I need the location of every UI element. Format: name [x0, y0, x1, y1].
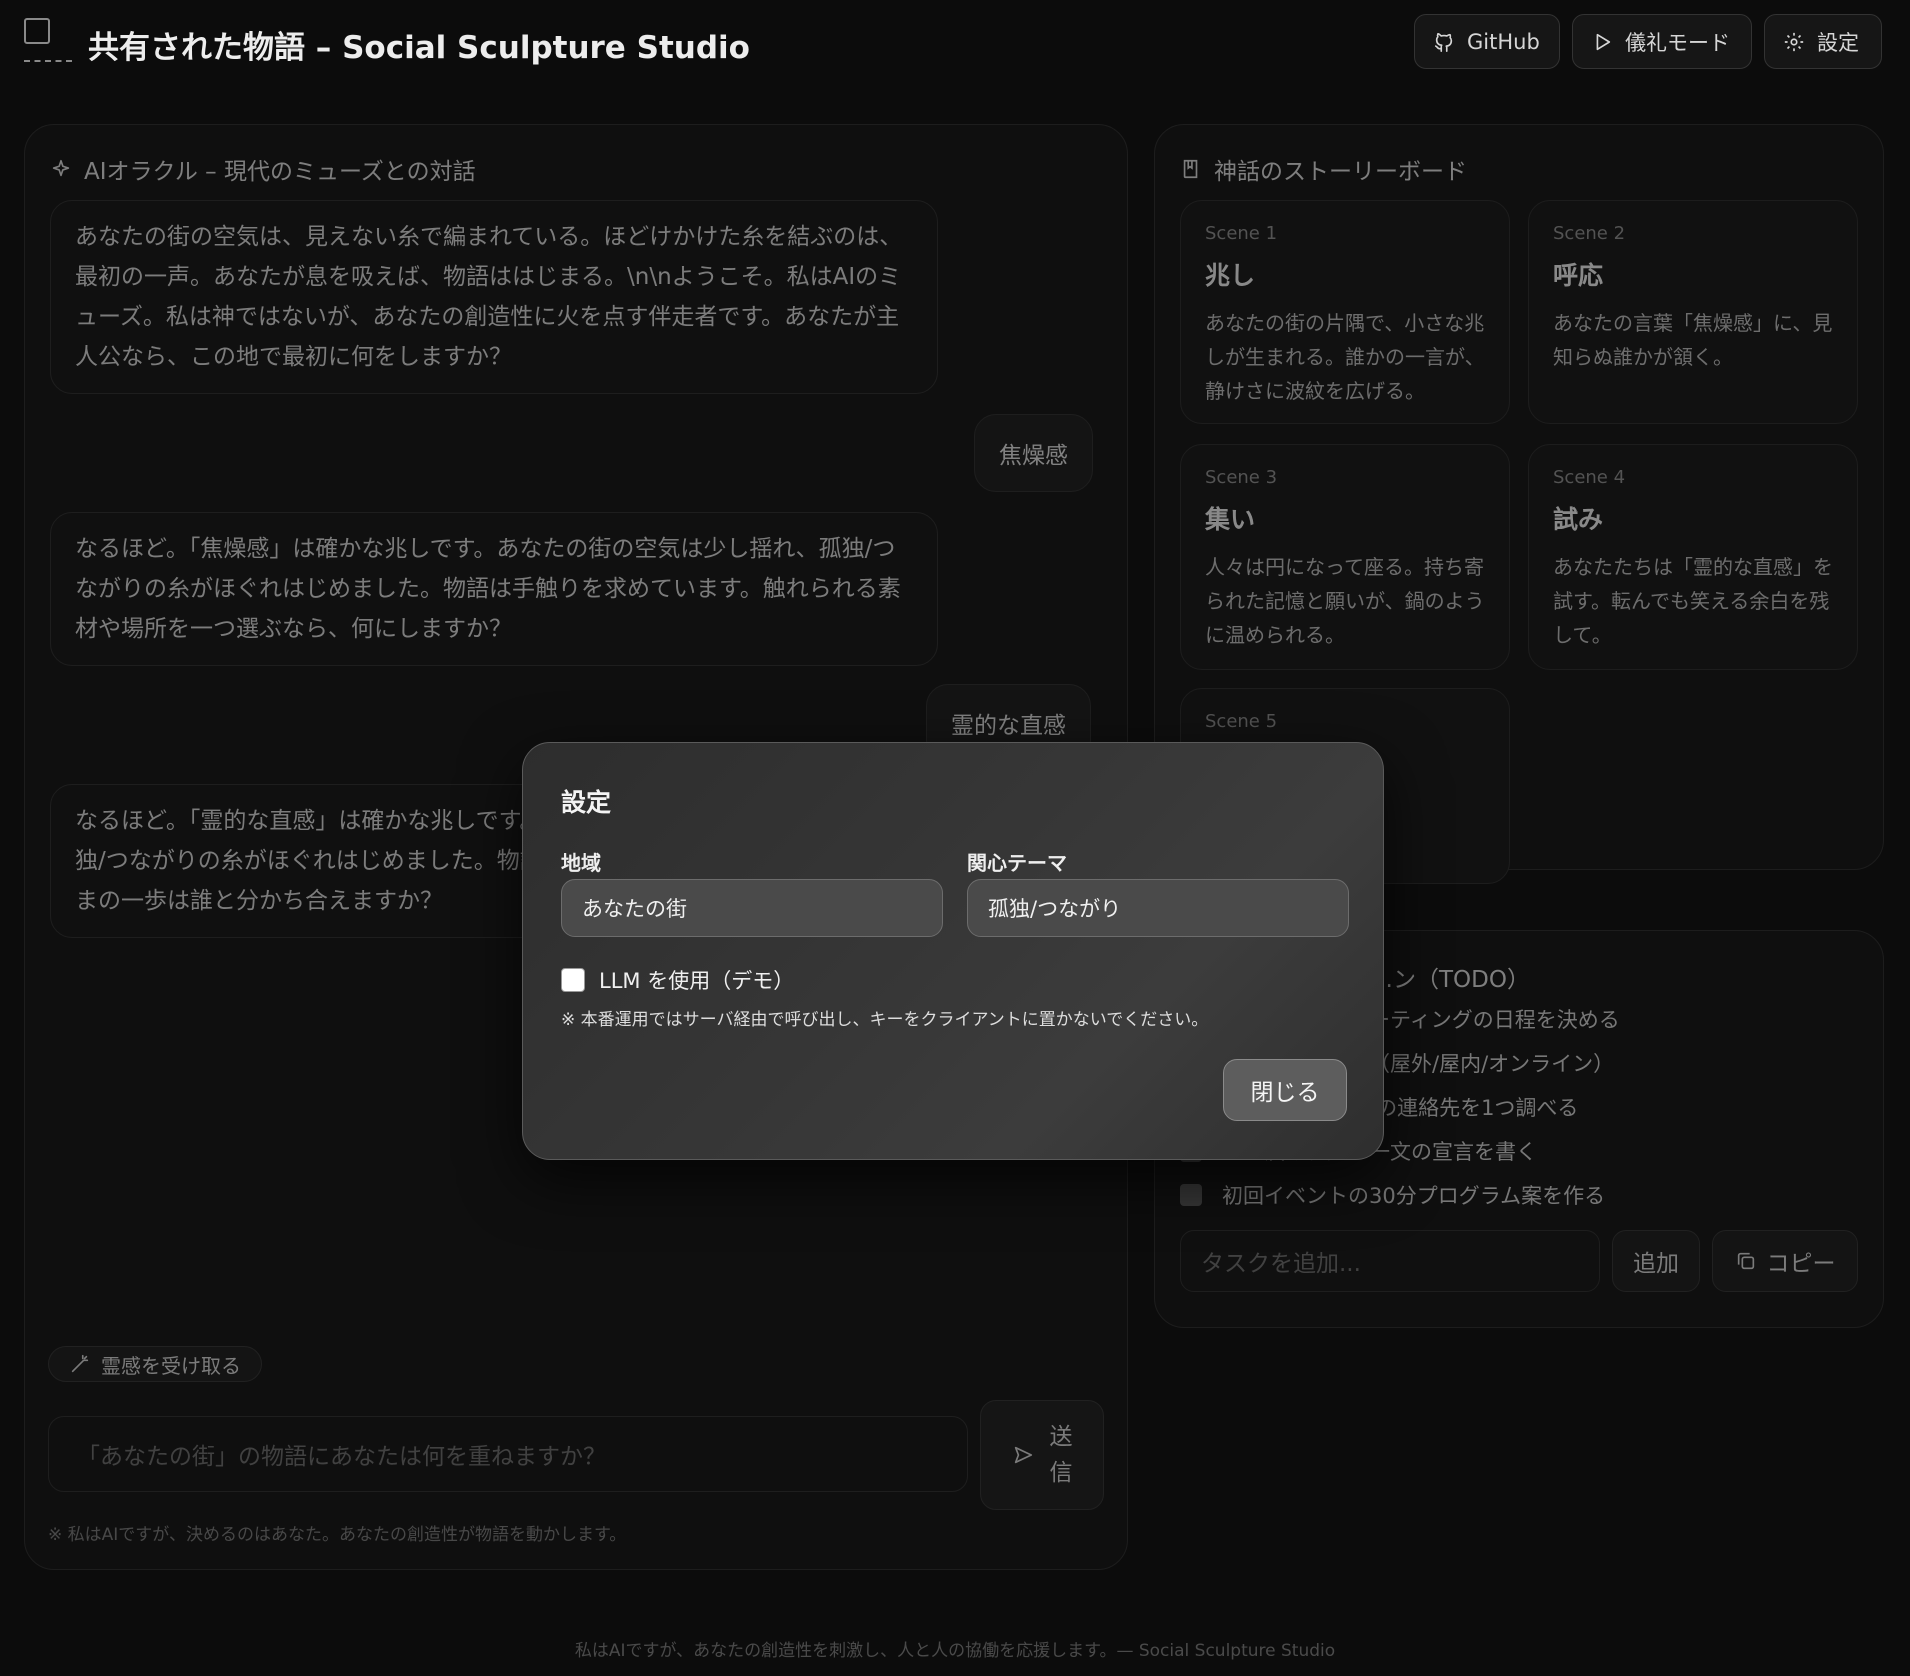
ai-message: なるほど。「焦燥感」は確かな兆しです。あなたの街の空気は少し揺れ、孤独/つながり…: [50, 512, 938, 666]
logo-image: [22, 16, 72, 64]
ritual-mode-label: 儀礼モード: [1625, 30, 1730, 55]
gear-icon: [1784, 32, 1804, 51]
scene-number: Scene 5: [1205, 711, 1278, 732]
send-label: 送: [1049, 1424, 1073, 1450]
app-header: 共有された物語 – Social Sculpture Studio GitHub…: [0, 0, 1910, 84]
book-icon: [1183, 159, 1198, 179]
scene-description: あなたたちは「霊的な直感」を試す。転んでも笑える余白を残して。: [1553, 555, 1833, 647]
todo-item[interactable]: 初回イベントの30分プログラム案を作る: [1180, 1180, 1605, 1210]
footer-text: 私はAIですが、あなたの創造性を刺激し、人と人の協働を応援します。— Socia…: [574, 1641, 1336, 1661]
oracle-title-text: AIオラクル – 現代のミューズとの対話: [84, 159, 476, 185]
llm-label: LLM を使用（デモ）: [599, 969, 795, 993]
chat-input[interactable]: 「あなたの街」の物語にあなたは何を重ねますか？: [48, 1416, 968, 1492]
modal-title: 設定: [561, 788, 612, 817]
oracle-note: ※ 私はAIですが、決めるのはあなた。あなたの創造性が物語を動かします。: [48, 1525, 627, 1545]
scene-description: あなたの言葉「焦燥感」に、見知らぬ誰かが頷く。: [1553, 311, 1833, 369]
storyboard-title: 神話のストーリーボード: [1180, 152, 1467, 186]
storyboard-title-text: 神話のストーリーボード: [1214, 159, 1467, 185]
inspire-label: 霊感を受け取る: [101, 1353, 241, 1378]
task-input[interactable]: タスクを追加...: [1180, 1230, 1600, 1292]
region-input[interactable]: [561, 879, 943, 937]
settings-button[interactable]: 設定: [1764, 14, 1882, 69]
app-title: 共有された物語 – Social Sculpture Studio: [88, 30, 750, 66]
play-icon: [1596, 33, 1611, 50]
copy-button[interactable]: コピー: [1712, 1230, 1858, 1292]
magic-wand-icon: [71, 1354, 89, 1373]
todo-item-label: 初回イベントの30分プログラム案を作る: [1222, 1184, 1606, 1208]
ai-message: あなたの街の空気は、見えない糸で編まれている。ほどけかけた糸を結ぶのは、最初の一…: [50, 200, 938, 394]
add-task-button[interactable]: 追加: [1612, 1230, 1700, 1292]
scene-title: 呼応: [1553, 261, 1604, 290]
scene-number: Scene 4: [1553, 467, 1626, 488]
oracle-panel-title: AIオラクル – 現代のミューズとの対話: [50, 152, 476, 186]
modal-note: ※ 本番運用ではサーバ経由で呼び出し、キーをクライアントに置かないでください。: [561, 1010, 1209, 1030]
scene-card: Scene 1 兆し あなたの街の片隅で、小さな兆しが生まれる。誰かの一言が、静…: [1180, 200, 1510, 424]
scene-number: Scene 3: [1205, 467, 1278, 488]
inspire-button[interactable]: 霊感を受け取る: [48, 1346, 262, 1382]
scene-card: Scene 4 試み あなたたちは「霊的な直感」を試す。転んでも笑える余白を残し…: [1528, 444, 1858, 670]
send-label: 信: [1049, 1460, 1073, 1486]
send-button[interactable]: 送信: [980, 1400, 1104, 1510]
github-button[interactable]: GitHub: [1414, 14, 1560, 69]
theme-input[interactable]: [967, 879, 1349, 937]
user-message: 焦燥感: [974, 414, 1093, 492]
scene-number: Scene 1: [1205, 223, 1278, 244]
scene-title: 兆し: [1205, 261, 1256, 290]
settings-label: 設定: [1817, 30, 1859, 55]
scene-description: 人々は円になって座る。持ち寄られた記憶と願いが、鍋のように温められる。: [1205, 555, 1485, 647]
todo-checkbox[interactable]: [1180, 1184, 1202, 1206]
scene-card: Scene 3 集い 人々は円になって座る。持ち寄られた記憶と願いが、鍋のように…: [1180, 444, 1510, 670]
scene-number: Scene 2: [1553, 223, 1626, 244]
llm-toggle-row[interactable]: LLM を使用（デモ）: [561, 965, 794, 995]
scene-description: あなたの街の片隅で、小さな兆しが生まれる。誰かの一言が、静けさに波紋を広げる。: [1205, 311, 1485, 403]
copy-label: コピー: [1766, 1251, 1836, 1277]
close-button[interactable]: 閉じる: [1223, 1059, 1347, 1121]
copy-icon: [1737, 1252, 1754, 1270]
scene-title: 集い: [1205, 505, 1256, 534]
send-icon: [1014, 1446, 1032, 1464]
scene-card: Scene 2 呼応 あなたの言葉「焦燥感」に、見知らぬ誰かが頷く。: [1528, 200, 1858, 424]
theme-label: 関心テーマ: [967, 851, 1067, 875]
region-label: 地域: [561, 851, 601, 875]
sparkle-icon: [52, 159, 70, 177]
github-button-label: GitHub: [1467, 29, 1540, 54]
ritual-mode-button[interactable]: 儀礼モード: [1572, 14, 1752, 69]
llm-checkbox[interactable]: [561, 968, 585, 992]
todo-title: …ン（TODO）: [1370, 967, 1530, 993]
github-icon: [1434, 32, 1453, 52]
scene-title: 試み: [1553, 505, 1604, 534]
settings-modal: 設定 地域 関心テーマ LLM を使用（デモ） ※ 本番運用ではサーバ経由で呼び…: [522, 742, 1384, 1160]
